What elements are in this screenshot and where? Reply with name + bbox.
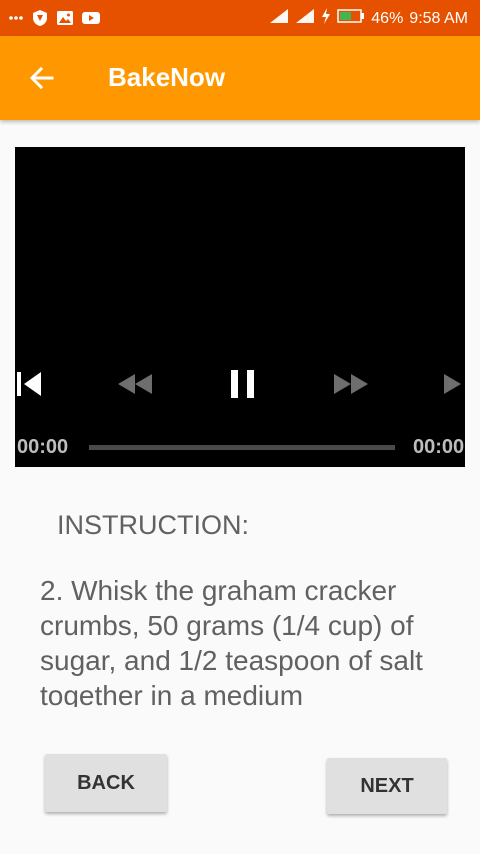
battery-icon: [337, 8, 365, 29]
skip-previous-icon[interactable]: [17, 370, 43, 403]
skip-next-icon[interactable]: [443, 372, 463, 401]
battery-percent: 46%: [371, 9, 404, 27]
system-indicators: 46% 9:58 AM: [269, 8, 468, 29]
status-bar: 46% 9:58 AM: [0, 0, 480, 36]
fast-forward-icon[interactable]: [333, 372, 369, 401]
instruction-text: 2. Whisk the graham cracker crumbs, 50 g…: [40, 575, 423, 707]
rewind-icon[interactable]: [117, 372, 153, 401]
seek-bar[interactable]: [89, 445, 395, 450]
instruction-label: INSTRUCTION:: [57, 510, 249, 540]
signal-icon: [295, 8, 315, 29]
pause-icon[interactable]: [230, 369, 256, 404]
current-time: 00:00: [17, 436, 69, 458]
charging-icon: [321, 8, 331, 29]
clock: 9:58 AM: [409, 9, 468, 27]
back-button[interactable]: BACK: [45, 754, 167, 812]
next-button[interactable]: NEXT: [327, 758, 447, 814]
youtube-icon: [82, 11, 100, 30]
app-title: BakeNow: [108, 62, 226, 92]
more-icon: [8, 10, 24, 31]
signal-icon: [269, 8, 289, 29]
app-bar: BakeNow: [0, 36, 480, 120]
shield-icon: [32, 9, 48, 32]
video-player[interactable]: [15, 147, 465, 467]
notification-icons: [8, 9, 100, 32]
image-icon: [56, 10, 74, 31]
duration: 00:00: [413, 436, 465, 458]
instruction-scroll[interactable]: 2. Whisk the graham cracker crumbs, 50 g…: [40, 573, 450, 707]
back-arrow-icon[interactable]: [26, 62, 58, 94]
